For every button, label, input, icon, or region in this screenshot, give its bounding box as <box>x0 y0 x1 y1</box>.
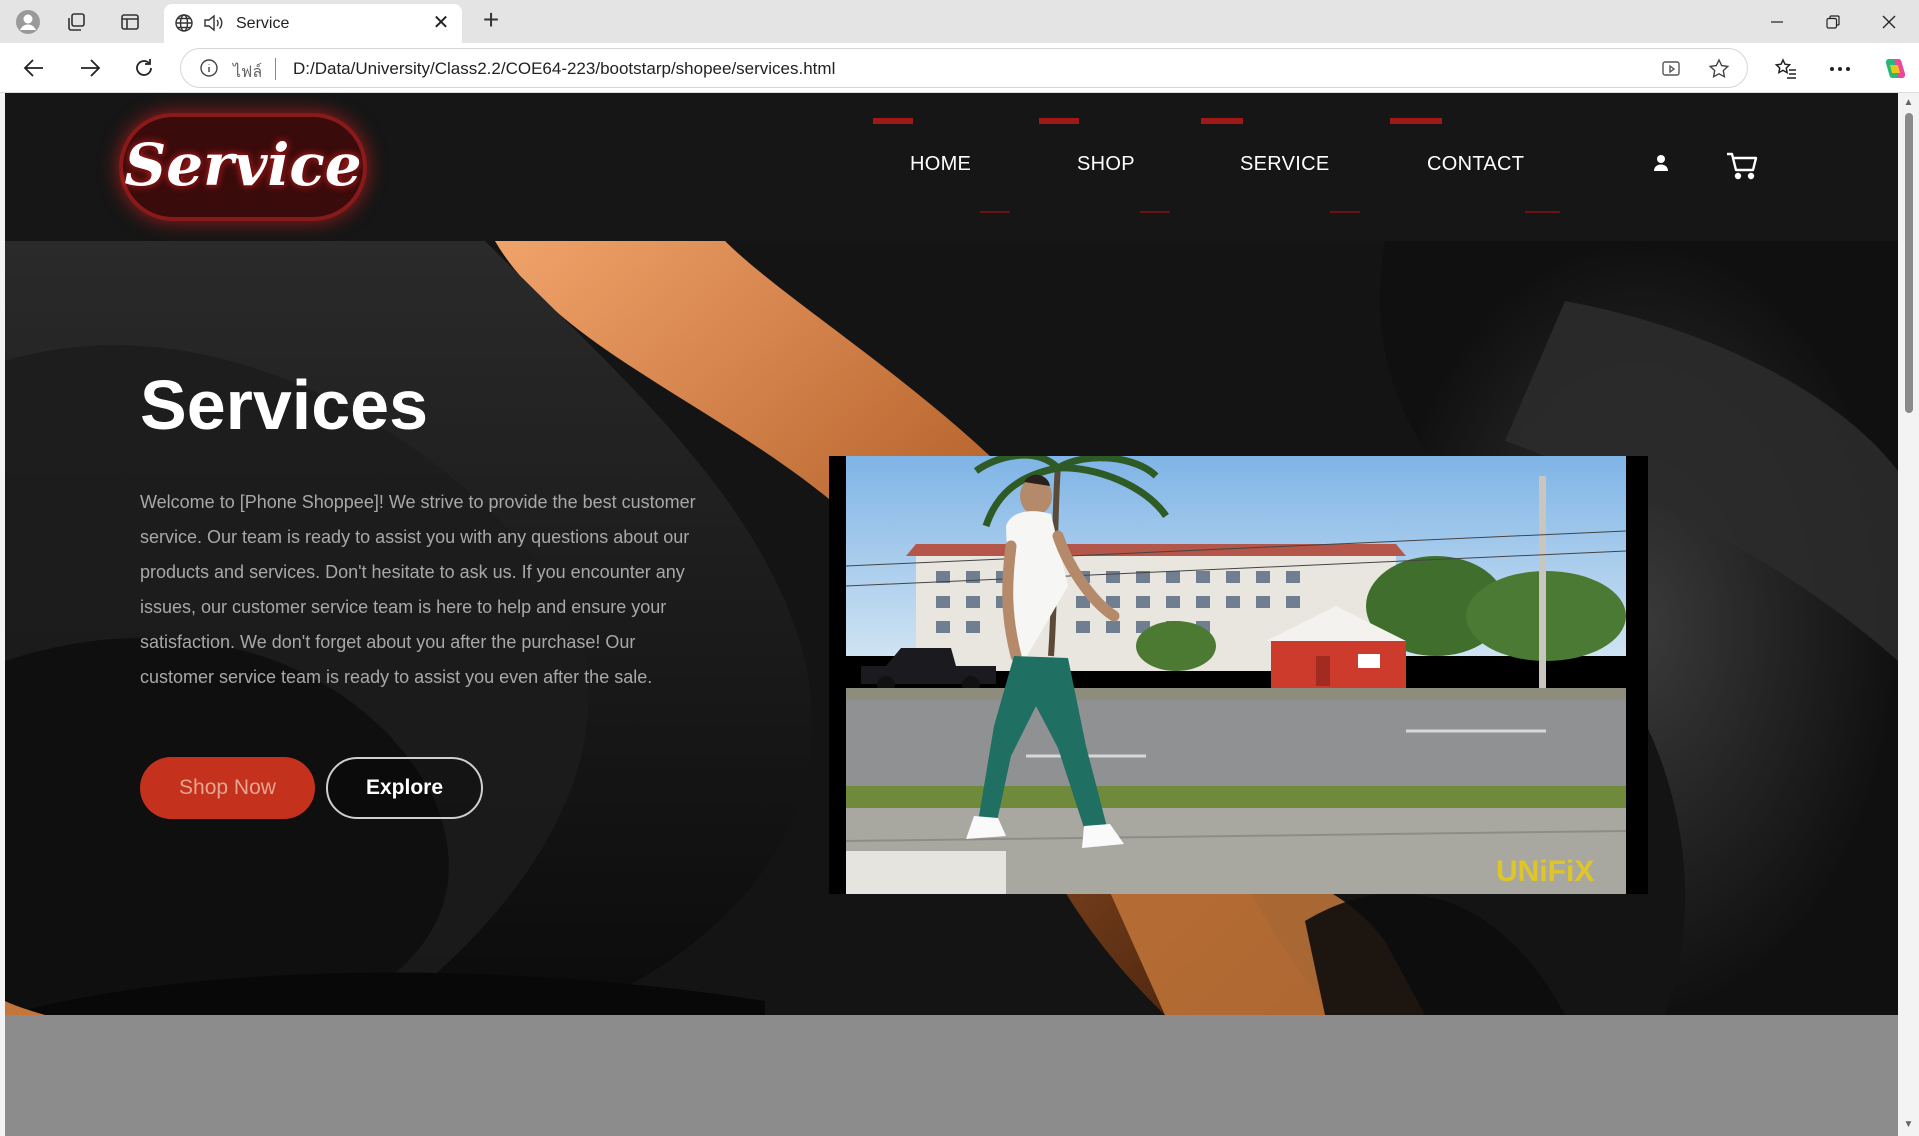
minimize-icon[interactable] <box>1762 8 1792 36</box>
restore-icon[interactable] <box>1818 8 1848 36</box>
nav-contact[interactable]: CONTACT <box>1427 153 1524 176</box>
page-scrollbar[interactable]: ▲ ▼ <box>1898 93 1919 1136</box>
workspaces-icon[interactable] <box>62 8 90 36</box>
cart-icon[interactable] <box>1725 151 1759 181</box>
nav-service-marker <box>1201 118 1243 124</box>
reload-icon[interactable] <box>128 53 160 83</box>
info-icon[interactable] <box>199 58 219 83</box>
url-text[interactable]: D:/Data/University/Class2.2/COE64-223/bo… <box>293 59 835 79</box>
nav-shop[interactable]: SHOP <box>1077 153 1135 176</box>
nav-contact-underline <box>1525 211 1560 213</box>
browser-tab-bar: Service ✕ + <box>0 0 1919 43</box>
nav-home[interactable]: HOME <box>910 153 971 176</box>
close-tab-icon[interactable]: ✕ <box>430 12 452 34</box>
video-watermark: UNiFiX <box>1496 855 1594 888</box>
explore-button[interactable]: Explore <box>326 757 483 819</box>
profile-icon[interactable] <box>14 8 42 36</box>
address-separator <box>275 58 276 80</box>
hero-title: Services <box>140 366 429 444</box>
nav-home-underline <box>980 211 1010 213</box>
address-bar[interactable]: ไฟล์ D:/Data/University/Class2.2/COE64-2… <box>180 48 1748 88</box>
globe-icon <box>174 13 194 38</box>
favorites-icon[interactable] <box>1772 55 1800 83</box>
nav-service-underline <box>1330 211 1360 213</box>
logo-text: Service <box>124 131 362 199</box>
back-icon[interactable] <box>18 53 50 83</box>
forward-icon[interactable] <box>74 53 106 83</box>
shop-now-button[interactable]: Shop Now <box>140 757 315 819</box>
tab-service[interactable]: Service ✕ <box>164 4 462 43</box>
tab-title: Service <box>236 15 290 32</box>
close-window-icon[interactable] <box>1874 8 1904 36</box>
nav-service[interactable]: SERVICE <box>1240 153 1330 176</box>
address-toolbar: ไฟล์ D:/Data/University/Class2.2/COE64-2… <box>0 43 1919 93</box>
nav-home-marker <box>873 118 913 124</box>
hero-section: Services Welcome to [Phone Shoppee]! We … <box>5 241 1898 1015</box>
file-label: ไฟล์ <box>233 62 263 81</box>
scrollbar-thumb[interactable] <box>1905 113 1913 413</box>
nav-shop-underline <box>1140 211 1170 213</box>
more-options-icon[interactable] <box>1826 55 1854 83</box>
user-icon[interactable] <box>1649 151 1673 175</box>
speaker-icon[interactable] <box>202 13 224 38</box>
scroll-up-icon[interactable]: ▲ <box>1903 97 1914 108</box>
app-available-icon[interactable] <box>1661 58 1683 85</box>
scroll-down-icon[interactable]: ▼ <box>1903 1119 1914 1130</box>
hero-video[interactable]: UNiFiX <box>829 456 1648 894</box>
nav-contact-marker <box>1390 118 1442 124</box>
copilot-icon[interactable] <box>1880 55 1908 83</box>
nav-shop-marker <box>1039 118 1079 124</box>
favorite-star-icon[interactable] <box>1708 58 1730 85</box>
video-frame-image: UNiFiX <box>846 456 1626 894</box>
tab-actions-icon[interactable] <box>116 8 144 36</box>
new-tab-button[interactable]: + <box>476 6 506 36</box>
site-logo[interactable]: Service <box>123 117 363 217</box>
site-header: Service HOME SHOP SERVICE CONTACT <box>5 93 1898 241</box>
page-viewport: Service HOME SHOP SERVICE CONTACT Servic… <box>5 93 1898 1136</box>
hero-paragraph: Welcome to [Phone Shoppee]! We strive to… <box>140 492 696 687</box>
